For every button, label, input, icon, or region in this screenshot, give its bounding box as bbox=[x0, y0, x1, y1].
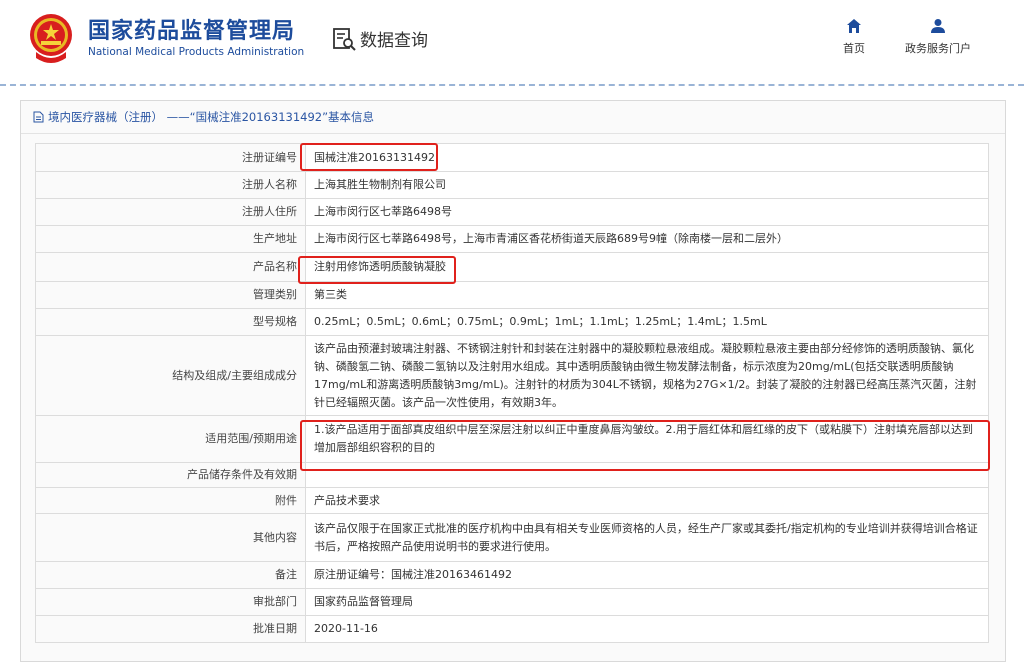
field-label: 审批部门 bbox=[35, 588, 306, 616]
agency-name-en: National Medical Products Administration bbox=[88, 46, 305, 58]
nav-home-label: 首页 bbox=[843, 42, 865, 55]
field-value: 该产品仅限于在国家正式批准的医疗机构中由具有相关专业医师资格的人员，经生产厂家或… bbox=[305, 513, 989, 562]
field-label: 产品储存条件及有效期 bbox=[35, 462, 306, 488]
table-row: 产品名称 注射用修饰透明质酸钠凝胶 bbox=[35, 252, 989, 282]
table-row: 注册证编号 国械注准20163131492 bbox=[35, 143, 989, 172]
field-label: 备注 bbox=[35, 561, 306, 589]
field-label: 注册证编号 bbox=[35, 143, 306, 172]
highlight-box-product-name bbox=[298, 256, 456, 284]
field-value: 原注册证编号：国械注准20163461492 bbox=[305, 561, 989, 589]
nav-service-portal[interactable]: 政务服务门户 bbox=[892, 18, 984, 56]
field-label: 附件 bbox=[35, 487, 306, 514]
nav-portal-label: 政务服务门户 bbox=[905, 42, 971, 55]
national-emblem-icon bbox=[30, 14, 72, 63]
field-label: 管理类别 bbox=[35, 281, 306, 309]
table-row: 结构及组成/主要组成成分 该产品由预灌封玻璃注射器、不锈钢注射针和封装在注射器中的… bbox=[35, 335, 989, 416]
table-row: 型号规格 0.25mL；0.5mL；0.6mL；0.75mL；0.9mL；1mL；… bbox=[35, 308, 989, 336]
table-row: 附件 产品技术要求 bbox=[35, 487, 989, 514]
field-label: 生产地址 bbox=[35, 225, 306, 253]
field-label: 适用范围/预期用途 bbox=[35, 415, 306, 463]
field-value: 上海市闵行区七莘路6498号，上海市青浦区香花桥街道天辰路689号9幢（除南楼一… bbox=[305, 225, 989, 253]
detail-table: 注册证编号 国械注准20163131492 注册人名称 上海其胜生物制剂有限公司 注… bbox=[35, 143, 989, 643]
table-row: 批准日期 2020-11-16 bbox=[35, 615, 989, 643]
data-query-link[interactable]: 数据查询 bbox=[332, 26, 428, 51]
attachment-link[interactable]: 产品技术要求 bbox=[305, 487, 989, 514]
field-label: 其他内容 bbox=[35, 513, 306, 562]
field-value: 2020-11-16 bbox=[305, 615, 989, 643]
table-row: 注册人住所 上海市闵行区七莘路6498号 bbox=[35, 198, 989, 226]
breadcrumb-title: 境内医疗器械（注册） ——“国械注准20163131492”基本信息 bbox=[48, 110, 375, 124]
field-label: 产品名称 bbox=[35, 252, 306, 282]
table-row: 审批部门 国家药品监督管理局 bbox=[35, 588, 989, 616]
site-header: 国家药品监督管理局 National Medical Products Admi… bbox=[0, 0, 1024, 84]
field-value: 上海其胜生物制剂有限公司 bbox=[305, 171, 989, 199]
table-row: 注册人名称 上海其胜生物制剂有限公司 bbox=[35, 171, 989, 199]
header-divider bbox=[0, 84, 1024, 86]
field-value: 0.25mL；0.5mL；0.6mL；0.75mL；0.9mL；1mL；1.1m… bbox=[305, 308, 989, 336]
highlight-box-intended-use bbox=[300, 420, 990, 471]
field-value: 上海市闵行区七莘路6498号 bbox=[305, 198, 989, 226]
user-icon bbox=[931, 19, 945, 33]
table-row: 备注 原注册证编号：国械注准20163461492 bbox=[35, 561, 989, 589]
breadcrumb: 境内医疗器械（注册） ——“国械注准20163131492”基本信息 bbox=[21, 101, 1005, 134]
highlight-box-registration-number bbox=[300, 143, 438, 171]
field-value: 国家药品监督管理局 bbox=[305, 588, 989, 616]
record-panel: 境内医疗器械（注册） ——“国械注准20163131492”基本信息 注册证编号… bbox=[20, 100, 1006, 662]
field-value: 该产品由预灌封玻璃注射器、不锈钢注射针和封装在注射器中的凝胶颗粒悬液组成。凝胶颗… bbox=[305, 335, 989, 416]
field-label: 型号规格 bbox=[35, 308, 306, 336]
table-row: 管理类别 第三类 bbox=[35, 281, 989, 309]
table-row: 生产地址 上海市闵行区七莘路6498号，上海市青浦区香花桥街道天辰路689号9幢（… bbox=[35, 225, 989, 253]
agency-name-cn: 国家药品监督管理局 bbox=[88, 19, 296, 44]
field-label: 结构及组成/主要组成成分 bbox=[35, 335, 306, 416]
field-label: 批准日期 bbox=[35, 615, 306, 643]
data-search-icon bbox=[333, 27, 356, 51]
field-value: 第三类 bbox=[305, 281, 989, 309]
nav-home[interactable]: 首页 bbox=[836, 18, 872, 56]
data-query-label: 数据查询 bbox=[360, 31, 428, 51]
field-label: 注册人名称 bbox=[35, 171, 306, 199]
field-label: 注册人住所 bbox=[35, 198, 306, 226]
home-icon bbox=[847, 19, 861, 33]
document-icon bbox=[33, 111, 44, 123]
table-row: 其他内容 该产品仅限于在国家正式批准的医疗机构中由具有相关专业医师资格的人员，经生… bbox=[35, 513, 989, 562]
